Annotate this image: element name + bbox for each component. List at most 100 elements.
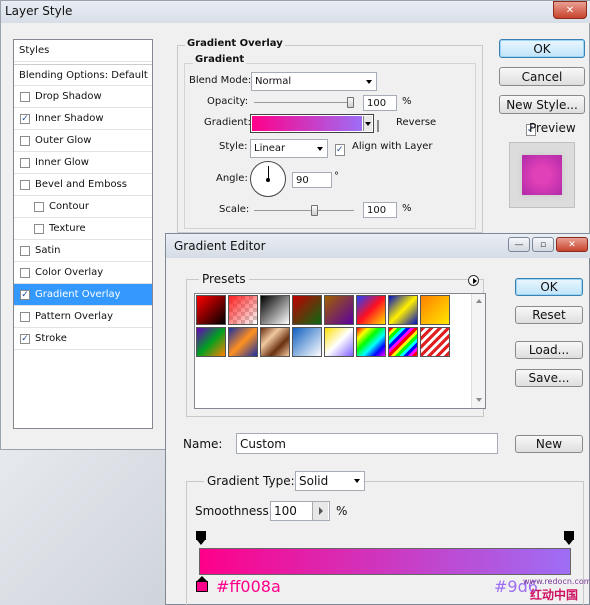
- align-checkbox[interactable]: ✓: [335, 144, 345, 156]
- reset-button[interactable]: Reset: [515, 306, 583, 324]
- angle-dial[interactable]: [250, 161, 286, 197]
- style-value: Linear: [254, 143, 286, 154]
- scroll-down-icon[interactable]: [476, 398, 482, 402]
- preset-swatch[interactable]: [324, 327, 354, 357]
- preset-swatch[interactable]: [292, 295, 322, 325]
- gradient-preview-swatch[interactable]: [252, 116, 362, 131]
- preset-swatch[interactable]: [196, 327, 226, 357]
- presets-menu-button[interactable]: [468, 275, 479, 286]
- new-style-button[interactable]: New Style...: [499, 95, 585, 114]
- preset-swatch[interactable]: [388, 295, 418, 325]
- style-item-bevel-emboss[interactable]: Bevel and Emboss: [14, 174, 152, 196]
- new-button[interactable]: New: [515, 435, 583, 453]
- smoothness-input[interactable]: 100: [270, 501, 330, 521]
- style-item-texture[interactable]: Texture: [14, 218, 152, 240]
- color-stop-left[interactable]: [196, 576, 208, 593]
- checkbox[interactable]: [20, 311, 30, 322]
- checkbox[interactable]: [20, 91, 30, 102]
- preset-swatch[interactable]: [420, 295, 450, 325]
- preset-swatch[interactable]: [420, 327, 450, 357]
- styles-header[interactable]: Styles: [14, 40, 152, 62]
- scroll-up-icon[interactable]: [476, 299, 482, 303]
- gradient-type-label: Gradient Type:: [204, 474, 298, 488]
- opacity-stop-square: [564, 531, 574, 540]
- opacity-slider[interactable]: [254, 102, 354, 103]
- opacity-input[interactable]: 100: [363, 95, 397, 111]
- minimize-icon: —: [514, 239, 524, 250]
- gradient-type-select[interactable]: Solid: [295, 471, 365, 491]
- style-item-outer-glow[interactable]: Outer Glow: [14, 130, 152, 152]
- cancel-button[interactable]: Cancel: [499, 67, 585, 86]
- preset-swatch[interactable]: [356, 295, 386, 325]
- preset-swatch[interactable]: [260, 295, 290, 325]
- checkbox[interactable]: [20, 267, 30, 278]
- style-item-pattern-overlay[interactable]: Pattern Overlay: [14, 306, 152, 328]
- opacity-slider-thumb[interactable]: [347, 97, 354, 108]
- style-item-label: Satin: [35, 245, 61, 256]
- style-item-drop-shadow[interactable]: Drop Shadow: [14, 86, 152, 108]
- preset-swatch[interactable]: [356, 327, 386, 357]
- chevron-down-icon: [317, 146, 323, 151]
- preset-swatch[interactable]: [228, 295, 258, 325]
- style-item-inner-glow[interactable]: Inner Glow: [14, 152, 152, 174]
- angle-input[interactable]: 90: [292, 172, 332, 188]
- checkbox[interactable]: [20, 245, 30, 256]
- minimize-button[interactable]: —: [508, 237, 530, 252]
- chevron-down-icon: [365, 121, 371, 126]
- name-input[interactable]: Custom: [236, 433, 498, 454]
- style-item-color-overlay[interactable]: Color Overlay: [14, 262, 152, 284]
- opacity-stop-left[interactable]: [196, 531, 206, 545]
- preset-swatch[interactable]: [228, 327, 258, 357]
- name-value: Custom: [240, 436, 286, 451]
- scale-slider-thumb[interactable]: [311, 205, 318, 216]
- presets-scrollbar[interactable]: [471, 294, 485, 408]
- subgroup-title: Gradient: [193, 54, 247, 65]
- maximize-button[interactable]: ▫: [532, 237, 554, 252]
- opacity-value: 100: [367, 97, 387, 109]
- style-item-satin[interactable]: Satin: [14, 240, 152, 262]
- preset-swatch[interactable]: [292, 327, 322, 357]
- checkbox[interactable]: ✓: [20, 289, 30, 300]
- style-item-label: Gradient Overlay: [35, 289, 121, 300]
- style-item-inner-shadow[interactable]: ✓ Inner Shadow: [14, 108, 152, 130]
- name-label: Name:: [183, 437, 223, 451]
- blend-mode-select[interactable]: Normal: [251, 72, 377, 91]
- preset-swatch[interactable]: [388, 327, 418, 357]
- checkbox[interactable]: ✓: [20, 333, 30, 344]
- preset-swatch[interactable]: [196, 295, 226, 325]
- checkbox[interactable]: ✓: [20, 113, 30, 124]
- ok-button[interactable]: OK: [499, 39, 585, 58]
- checkbox[interactable]: [34, 201, 44, 212]
- gradient-bar[interactable]: [199, 548, 571, 575]
- ok-button[interactable]: OK: [515, 278, 583, 296]
- cancel-label: Cancel: [521, 69, 563, 84]
- style-item-stroke[interactable]: ✓ Stroke: [14, 328, 152, 350]
- angle-value: 90: [296, 174, 309, 186]
- checkbox[interactable]: [20, 179, 30, 190]
- preset-swatch[interactable]: [260, 327, 290, 357]
- style-item-gradient-overlay[interactable]: ✓ Gradient Overlay: [14, 284, 152, 306]
- gradient-picker[interactable]: [250, 114, 374, 133]
- style-select[interactable]: Linear: [250, 139, 328, 158]
- checkbox[interactable]: [20, 135, 30, 146]
- reverse-checkbox[interactable]: [377, 120, 379, 132]
- gradient-dropdown[interactable]: [363, 116, 372, 131]
- load-button[interactable]: Load...: [515, 341, 583, 359]
- scale-input[interactable]: 100: [363, 202, 397, 218]
- preset-swatch[interactable]: [324, 295, 354, 325]
- save-button[interactable]: Save...: [515, 369, 583, 387]
- checkbox[interactable]: [34, 223, 44, 234]
- close-button[interactable]: ✕: [556, 237, 588, 252]
- presets-list: [194, 293, 486, 409]
- opacity-percent: %: [402, 96, 412, 107]
- play-icon: [473, 278, 477, 284]
- blending-options-item[interactable]: Blending Options: Default: [14, 64, 152, 86]
- style-item-contour[interactable]: Contour: [14, 196, 152, 218]
- opacity-label: Opacity:: [207, 96, 249, 107]
- checkbox[interactable]: [20, 157, 30, 168]
- close-button[interactable]: ✕: [553, 1, 587, 19]
- smoothness-stepper[interactable]: [312, 502, 328, 520]
- save-label: Save...: [528, 371, 570, 385]
- scale-slider[interactable]: [254, 210, 354, 211]
- opacity-stop-right[interactable]: [564, 531, 574, 545]
